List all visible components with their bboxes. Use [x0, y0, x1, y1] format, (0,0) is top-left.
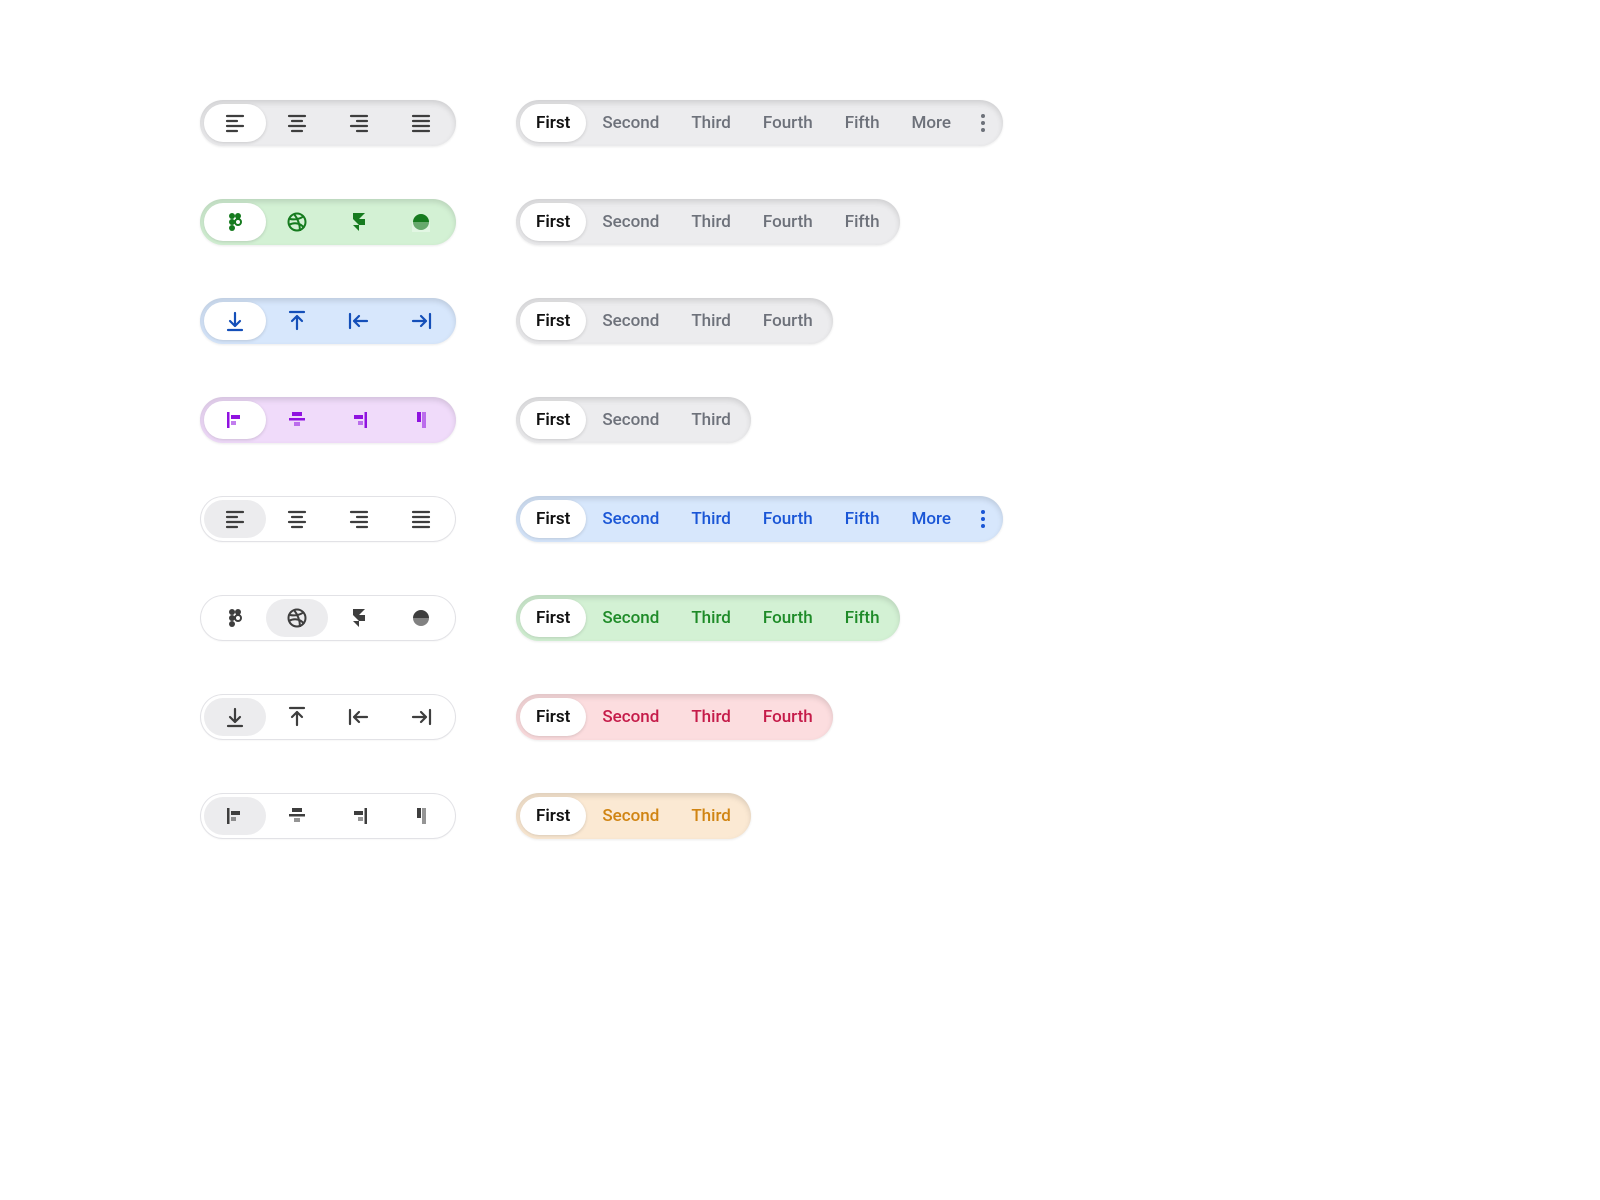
more-menu-icon[interactable] [967, 500, 999, 538]
segment-third[interactable]: Third [675, 500, 747, 538]
example-row-3: FirstSecondThirdFourth [200, 298, 1280, 344]
valign-stretch-icon[interactable] [390, 401, 452, 439]
example-row-2: FirstSecondThirdFourthFifth [200, 199, 1280, 245]
segment-fifth[interactable]: Fifth [829, 599, 896, 637]
figma-icon[interactable] [204, 203, 266, 241]
segment-third[interactable]: Third [675, 797, 747, 835]
segment-third[interactable]: Third [675, 599, 747, 637]
example-row-6: FirstSecondThirdFourthFifth [200, 595, 1280, 641]
segment-fourth[interactable]: Fourth [747, 698, 829, 736]
more-menu-icon[interactable] [967, 104, 999, 142]
framer-icon[interactable] [328, 599, 390, 637]
text-segmented-control: FirstSecondThirdFourthFifth [516, 199, 900, 245]
text-segmented-control: FirstSecondThird [516, 397, 751, 443]
icon-segmented-control [200, 199, 456, 245]
segment-fourth[interactable]: Fourth [747, 203, 829, 241]
arrow-right-bar-icon[interactable] [390, 698, 452, 736]
valign-center-icon[interactable] [266, 401, 328, 439]
example-row-8: FirstSecondThird [200, 793, 1280, 839]
figma-icon[interactable] [204, 599, 266, 637]
segment-fifth[interactable]: Fifth [829, 104, 896, 142]
segment-third[interactable]: Third [675, 104, 747, 142]
icon-segmented-control [200, 298, 456, 344]
valign-left-icon[interactable] [204, 797, 266, 835]
align-justify-icon[interactable] [390, 500, 452, 538]
segment-first[interactable]: First [520, 500, 586, 538]
align-left-icon[interactable] [204, 500, 266, 538]
segment-fifth[interactable]: Fifth [829, 500, 896, 538]
arrow-left-bar-icon[interactable] [328, 698, 390, 736]
segment-second[interactable]: Second [586, 698, 675, 736]
valign-right-icon[interactable] [328, 797, 390, 835]
segment-second[interactable]: Second [586, 500, 675, 538]
text-segmented-control: FirstSecondThirdFourth [516, 298, 833, 344]
arrow-up-bar-icon[interactable] [266, 302, 328, 340]
text-segmented-control: FirstSecondThirdFourthFifthMore [516, 496, 1003, 542]
segment-second[interactable]: Second [586, 104, 675, 142]
segment-second[interactable]: Second [586, 797, 675, 835]
align-center-icon[interactable] [266, 104, 328, 142]
segment-fourth[interactable]: Fourth [747, 104, 829, 142]
icon-segmented-control [200, 496, 456, 542]
segment-more[interactable]: More [896, 104, 967, 142]
framer-icon[interactable] [328, 203, 390, 241]
arrow-down-bar-icon[interactable] [204, 302, 266, 340]
segment-first[interactable]: First [520, 698, 586, 736]
segment-fourth[interactable]: Fourth [747, 500, 829, 538]
example-row-1: FirstSecondThirdFourthFifthMore [200, 100, 1280, 146]
arrow-right-bar-icon[interactable] [390, 302, 452, 340]
horizon-icon[interactable] [390, 203, 452, 241]
segment-fourth[interactable]: Fourth [747, 302, 829, 340]
segment-first[interactable]: First [520, 797, 586, 835]
text-segmented-control: FirstSecondThirdFourthFifth [516, 595, 900, 641]
segment-fourth[interactable]: Fourth [747, 599, 829, 637]
icon-segmented-control [200, 595, 456, 641]
example-row-5: FirstSecondThirdFourthFifthMore [200, 496, 1280, 542]
align-left-icon[interactable] [204, 104, 266, 142]
segment-second[interactable]: Second [586, 302, 675, 340]
icon-segmented-control [200, 694, 456, 740]
segment-second[interactable]: Second [586, 203, 675, 241]
text-segmented-control: FirstSecondThirdFourth [516, 694, 833, 740]
align-right-icon[interactable] [328, 104, 390, 142]
segment-third[interactable]: Third [675, 698, 747, 736]
arrow-up-bar-icon[interactable] [266, 698, 328, 736]
dribbble-icon[interactable] [266, 203, 328, 241]
valign-stretch-icon[interactable] [390, 797, 452, 835]
icon-segmented-control [200, 100, 456, 146]
align-right-icon[interactable] [328, 500, 390, 538]
text-segmented-control: FirstSecondThird [516, 793, 751, 839]
example-row-7: FirstSecondThirdFourth [200, 694, 1280, 740]
icon-segmented-control [200, 397, 456, 443]
arrow-left-bar-icon[interactable] [328, 302, 390, 340]
segment-more[interactable]: More [896, 500, 967, 538]
valign-center-icon[interactable] [266, 797, 328, 835]
segment-second[interactable]: Second [586, 599, 675, 637]
segment-first[interactable]: First [520, 302, 586, 340]
segment-second[interactable]: Second [586, 401, 675, 439]
arrow-down-bar-icon[interactable] [204, 698, 266, 736]
segment-first[interactable]: First [520, 599, 586, 637]
align-justify-icon[interactable] [390, 104, 452, 142]
valign-right-icon[interactable] [328, 401, 390, 439]
horizon-icon[interactable] [390, 599, 452, 637]
example-row-4: FirstSecondThird [200, 397, 1280, 443]
valign-left-icon[interactable] [204, 401, 266, 439]
segment-third[interactable]: Third [675, 401, 747, 439]
component-gallery: FirstSecondThirdFourthFifthMoreFirstSeco… [0, 0, 1280, 839]
text-segmented-control: FirstSecondThirdFourthFifthMore [516, 100, 1003, 146]
segment-first[interactable]: First [520, 104, 586, 142]
align-center-icon[interactable] [266, 500, 328, 538]
segment-first[interactable]: First [520, 401, 586, 439]
dribbble-icon[interactable] [266, 599, 328, 637]
segment-fifth[interactable]: Fifth [829, 203, 896, 241]
segment-third[interactable]: Third [675, 203, 747, 241]
segment-first[interactable]: First [520, 203, 586, 241]
icon-segmented-control [200, 793, 456, 839]
segment-third[interactable]: Third [675, 302, 747, 340]
